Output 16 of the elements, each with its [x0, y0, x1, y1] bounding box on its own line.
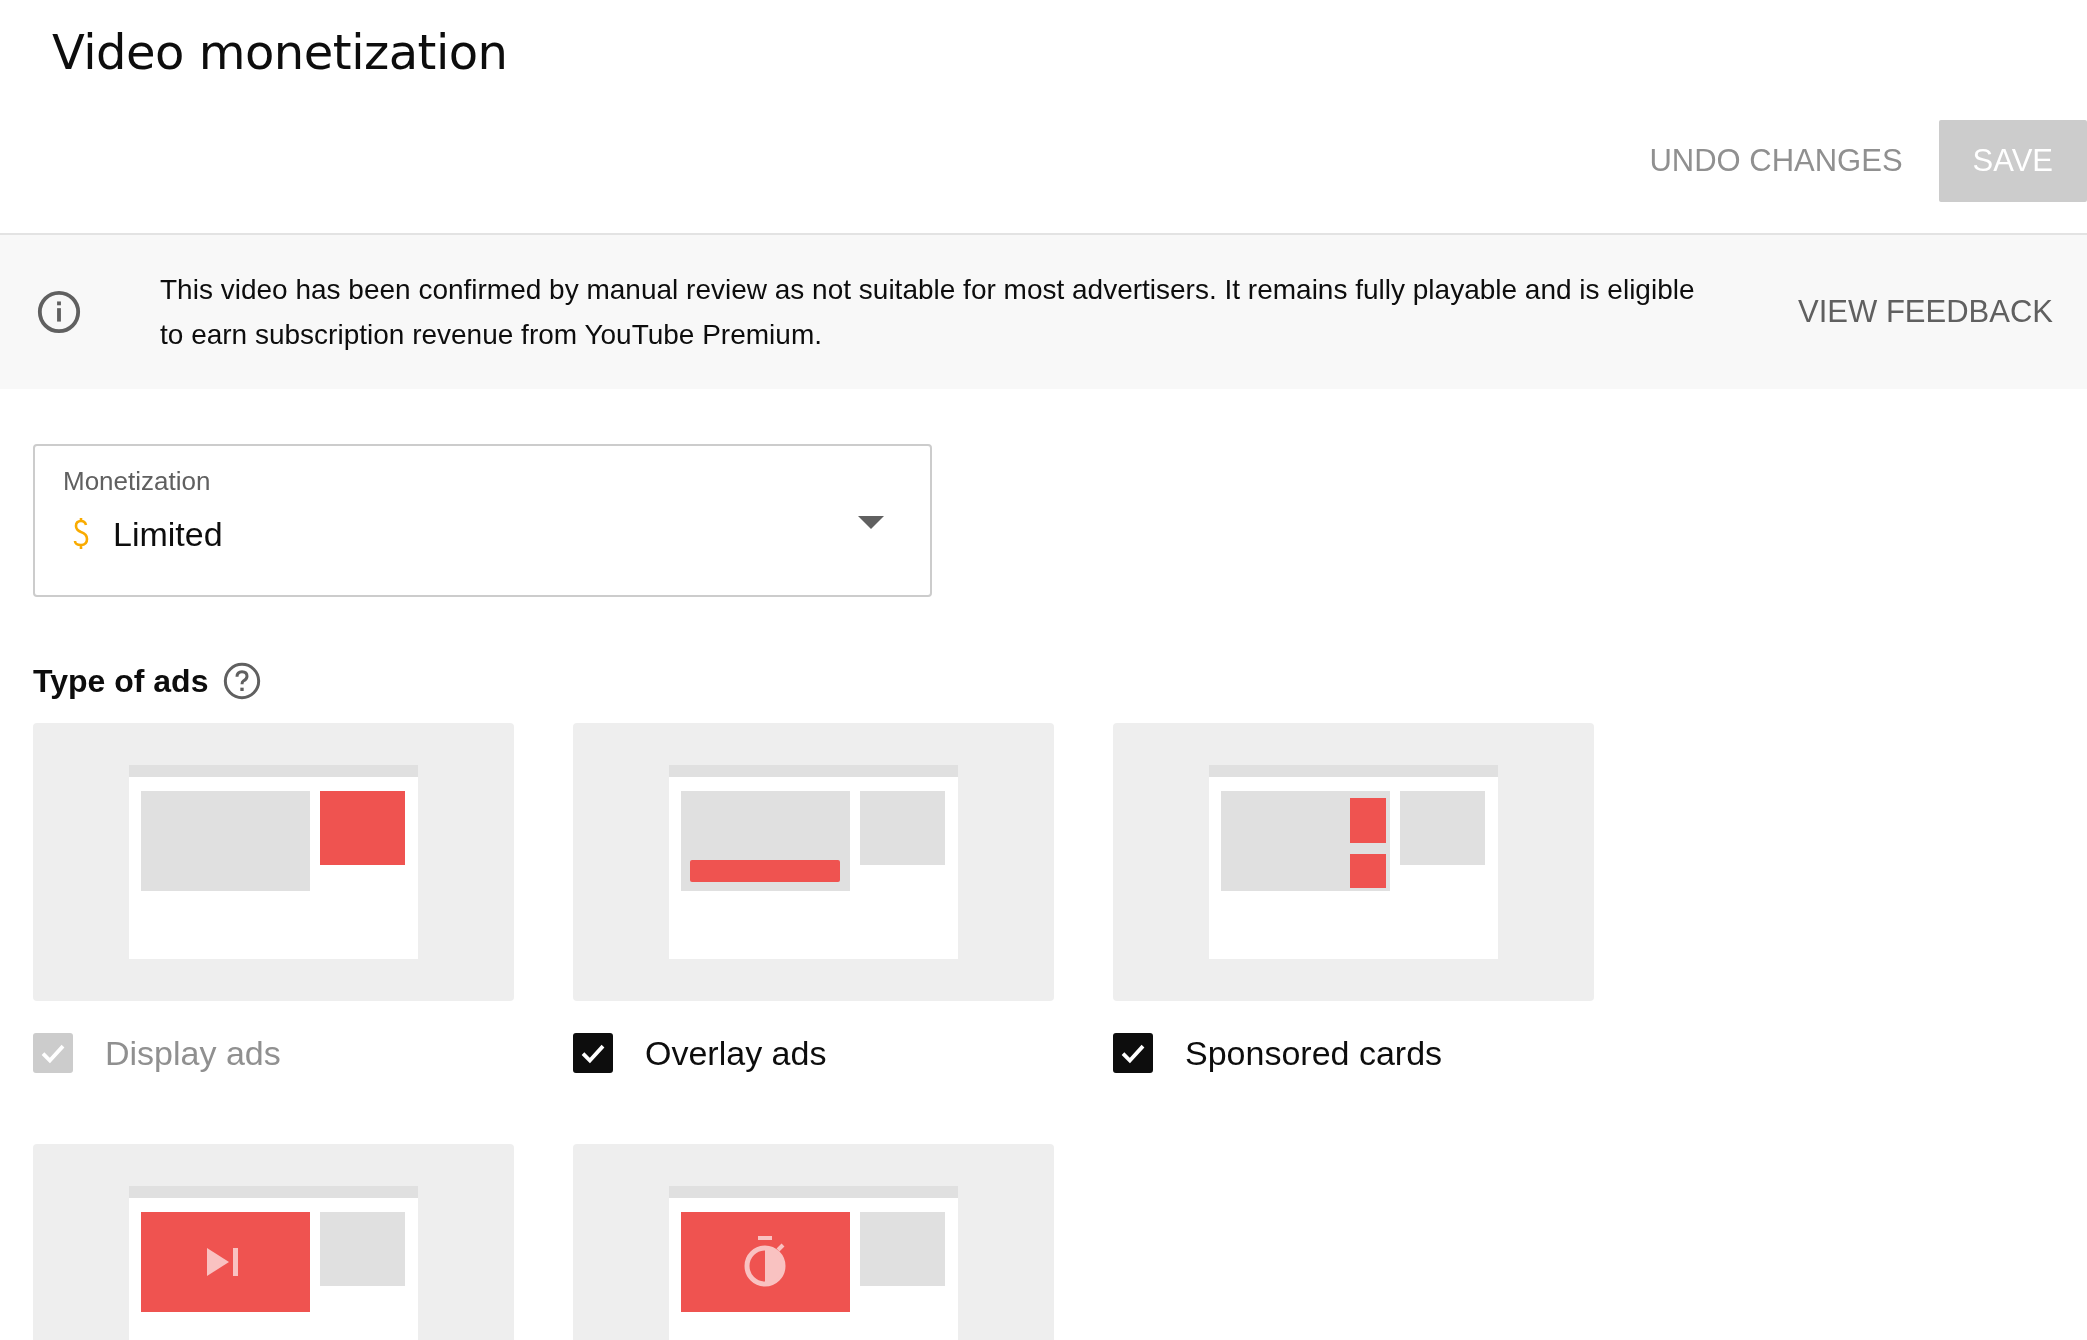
section-title: Type of ads	[33, 662, 209, 701]
help-icon[interactable]	[222, 661, 263, 701]
info-icon	[36, 289, 82, 335]
field-label: Monetization	[63, 465, 211, 498]
ad-type-label: Sponsored cards	[1185, 1033, 1443, 1074]
review-notice-text: This video has been confirmed by manual review as not suitable for most advertisers. It remains fully playable and is eligible to earn subscription revenue from YouTube Premium.	[160, 273, 1696, 352]
checkbox[interactable]	[573, 1033, 613, 1073]
ad-type-label: Overlay ads	[645, 1033, 827, 1074]
selected-value: Limited	[113, 514, 223, 555]
page-title: Video monetization	[51, 23, 509, 82]
monetization-dropdown[interactable]: Monetization Limited	[33, 444, 932, 597]
checkbox[interactable]	[1113, 1033, 1153, 1073]
view-feedback-link[interactable]: VIEW FEEDBACK	[1798, 294, 2053, 330]
dropdown-caret-icon	[858, 516, 884, 529]
ad-type-label: Display ads	[105, 1033, 281, 1074]
dollar-icon	[71, 516, 91, 552]
